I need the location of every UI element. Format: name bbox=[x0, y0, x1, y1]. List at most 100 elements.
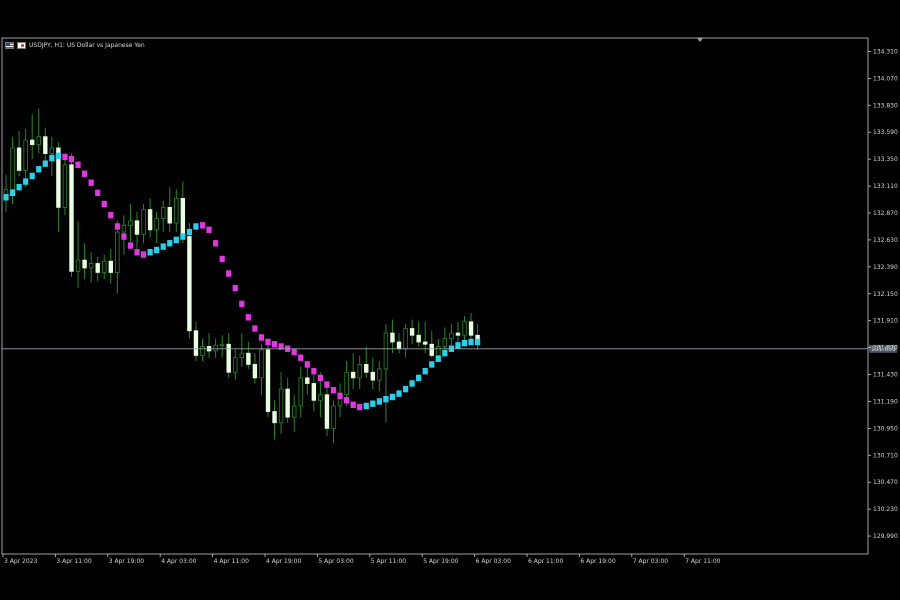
ma-segment bbox=[101, 200, 107, 208]
ma-segment bbox=[271, 341, 278, 348]
candle-body bbox=[167, 206, 172, 224]
ma-segment bbox=[475, 338, 481, 346]
candle-body bbox=[23, 139, 28, 171]
ma-segment bbox=[167, 240, 173, 247]
x-tick-label: 7 Apr 03:00 bbox=[633, 558, 668, 565]
candle-body bbox=[396, 341, 402, 350]
candle-body bbox=[102, 260, 107, 273]
ma-segment bbox=[3, 194, 9, 201]
ma-segment bbox=[258, 334, 265, 341]
ma-segment bbox=[180, 233, 186, 240]
ma-segment bbox=[193, 223, 199, 230]
y-tick-label: 130.710 bbox=[873, 452, 898, 459]
ma-segment bbox=[344, 397, 350, 404]
y-tick-label: 133.830 bbox=[873, 102, 898, 109]
candle-body bbox=[193, 330, 199, 356]
price-chart[interactable]: 131.659 134.310 134.070 133.830 133.590 133.… bbox=[0, 0, 900, 600]
y-tick-label: 130.950 bbox=[873, 425, 898, 432]
x-tick-label: 5 Apr 19:00 bbox=[423, 558, 458, 565]
candles-layer bbox=[3, 108, 480, 443]
ma-segment bbox=[350, 401, 356, 409]
ma-segment bbox=[245, 314, 251, 321]
ma-segment bbox=[232, 284, 238, 292]
candle-body bbox=[154, 218, 159, 231]
candle-body bbox=[200, 346, 205, 356]
candle-body bbox=[311, 383, 317, 401]
candle-body bbox=[88, 263, 94, 269]
ma-segment bbox=[442, 350, 448, 357]
y-tick-label: 132.150 bbox=[873, 291, 898, 298]
candle-body bbox=[213, 344, 218, 352]
ma-segment bbox=[154, 246, 160, 254]
ma-segment bbox=[62, 153, 68, 161]
candle-body bbox=[29, 139, 35, 145]
ma-segment bbox=[376, 398, 382, 405]
ma-segment bbox=[461, 339, 468, 347]
candle-body bbox=[239, 352, 244, 359]
ma-segment bbox=[304, 361, 310, 368]
y-tick-label: 131.910 bbox=[873, 318, 898, 325]
ma-segment bbox=[16, 183, 22, 191]
candle-body bbox=[252, 364, 258, 379]
candle-body bbox=[370, 371, 375, 381]
candle-body bbox=[324, 394, 330, 429]
ma-segment bbox=[422, 367, 428, 375]
candle-body bbox=[36, 136, 41, 145]
chart-window[interactable]: 131.659 134.310 134.070 133.830 133.590 133.… bbox=[0, 0, 900, 600]
candle-body bbox=[246, 352, 251, 365]
y-tick-label: 132.630 bbox=[873, 237, 898, 244]
candle-body bbox=[278, 388, 284, 424]
x-tick-label: 4 Apr 19:00 bbox=[266, 558, 301, 565]
candle-body bbox=[377, 368, 382, 381]
candle-body bbox=[49, 147, 55, 154]
candle-body bbox=[318, 394, 323, 401]
candle-body bbox=[462, 321, 467, 336]
shift-marker-icon bbox=[697, 38, 703, 42]
y-tick-label: 134.070 bbox=[873, 75, 898, 82]
ma-segment bbox=[9, 189, 16, 196]
ma-segment bbox=[396, 390, 402, 397]
candle-body bbox=[422, 341, 428, 345]
ma-segment bbox=[337, 392, 343, 400]
candle-body bbox=[350, 371, 356, 379]
time-axis: 3 Apr 2023 3 Apr 11:00 3 Apr 19:00 4 Apr 03… bbox=[2, 554, 721, 565]
ma-segment bbox=[49, 154, 55, 162]
candle-body bbox=[147, 209, 153, 231]
y-tick-label: 131.430 bbox=[873, 372, 898, 379]
ma-segment bbox=[265, 338, 271, 346]
ma-segment bbox=[82, 170, 88, 177]
ma-segment bbox=[389, 393, 396, 401]
candle-body bbox=[272, 411, 277, 424]
ma-segment bbox=[383, 396, 389, 403]
ma-segment bbox=[23, 178, 29, 185]
ma-segment bbox=[252, 325, 258, 332]
y-tick-label: 132.870 bbox=[873, 210, 898, 217]
y-tick-label: 131.190 bbox=[873, 398, 898, 405]
moving-average-layer bbox=[3, 152, 481, 411]
candle-body bbox=[62, 164, 68, 208]
ma-segment bbox=[55, 152, 61, 159]
price-axis: 134.310 134.070 133.830 133.590 133.350 133.1… bbox=[868, 48, 898, 540]
ma-segment bbox=[114, 223, 120, 230]
ma-segment bbox=[311, 367, 317, 375]
ma-segment bbox=[239, 300, 245, 308]
ma-segment bbox=[357, 403, 363, 411]
ma-segment bbox=[140, 251, 147, 258]
candle-body bbox=[305, 377, 310, 384]
ma-segment bbox=[88, 179, 94, 186]
x-tick-label: 3 Apr 19:00 bbox=[109, 558, 144, 565]
ma-segment bbox=[298, 354, 304, 361]
chart-title-bar: USDJPY, H1: US Dollar vs Japanese Yen bbox=[5, 40, 145, 50]
us-flag-icon bbox=[5, 41, 14, 49]
ma-segment bbox=[108, 212, 114, 219]
ma-segment bbox=[455, 342, 461, 349]
ma-segment bbox=[95, 189, 101, 196]
candle-body bbox=[95, 263, 100, 273]
y-tick-label: 131.670 bbox=[873, 345, 898, 352]
candle-body bbox=[364, 364, 369, 373]
ma-segment bbox=[409, 380, 415, 387]
candle-body bbox=[82, 259, 87, 269]
ma-segment bbox=[226, 270, 232, 277]
x-tick-label: 5 Apr 11:00 bbox=[371, 558, 406, 565]
ma-segment bbox=[429, 361, 435, 368]
